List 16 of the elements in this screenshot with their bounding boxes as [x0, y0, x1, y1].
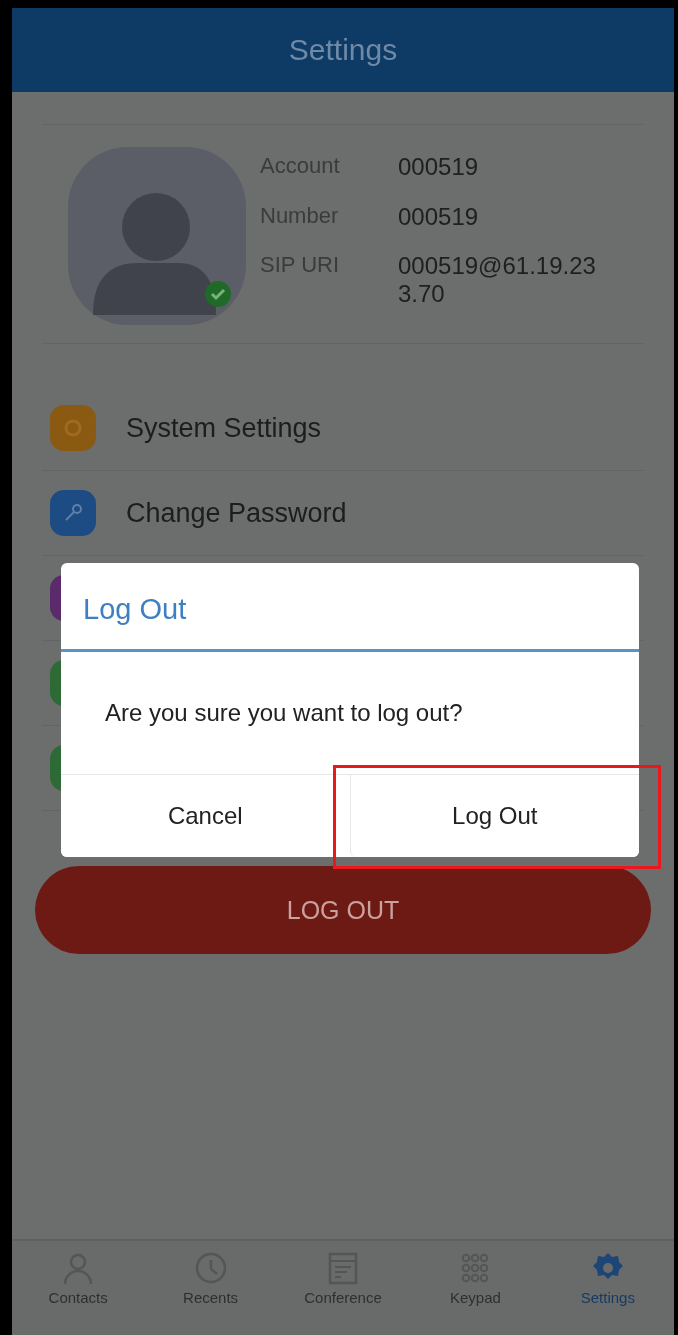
menu-item[interactable]: System Settings — [42, 386, 644, 471]
tab[interactable]: Conference — [276, 1241, 410, 1335]
tab[interactable]: Settings — [541, 1241, 675, 1335]
header-title: Settings — [288, 33, 398, 67]
tab[interactable]: Contacts — [12, 1241, 145, 1335]
field-value: 000519 — [398, 202, 480, 231]
field-value: 000519 — [398, 153, 480, 181]
dialog-button[interactable]: Log Out — [349, 775, 639, 857]
tab[interactable]: Recents — [144, 1241, 277, 1335]
logout-button[interactable]: LOG OUT — [35, 866, 651, 954]
avatar-icon — [68, 147, 246, 325]
menu-item[interactable]: Change Password — [42, 471, 644, 556]
dialog-title: Log Out — [61, 563, 639, 652]
field-value: 000519@61.19.233.70 — [398, 252, 597, 308]
tab[interactable]: Keypad — [409, 1241, 542, 1335]
dialog-message: Are you sure you want to log out? — [105, 699, 463, 727]
